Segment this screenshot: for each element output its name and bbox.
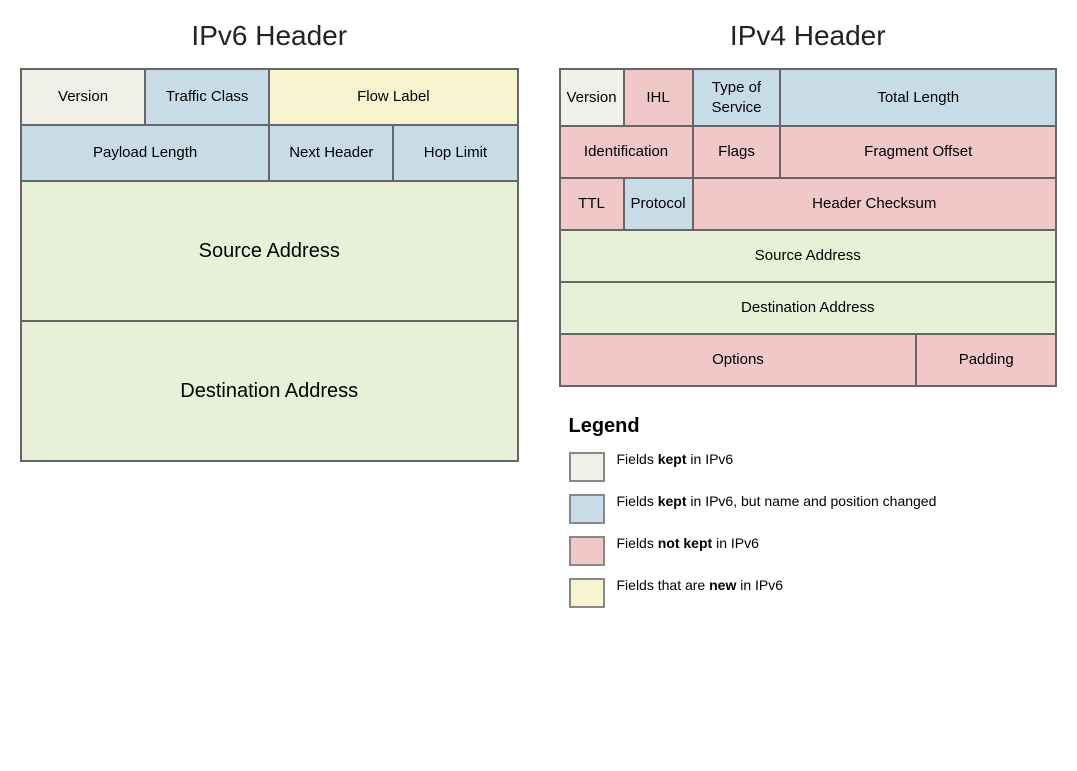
ipv4-cell: Options xyxy=(560,334,917,386)
ipv6-cell: Destination Address xyxy=(21,321,518,461)
ipv4-cell: TTL xyxy=(560,178,624,230)
ipv4-cell: Source Address xyxy=(560,230,1057,282)
ipv6-cell: Version xyxy=(21,69,145,125)
legend-item: Fields kept in IPv6, but name and positi… xyxy=(569,492,1058,524)
legend-color-box xyxy=(569,494,605,524)
legend-item: Fields not kept in IPv6 xyxy=(569,534,1058,566)
ipv4-cell: Header Checksum xyxy=(693,178,1056,230)
ipv6-cell: Next Header xyxy=(269,125,393,181)
legend-label: Fields kept in IPv6 xyxy=(617,450,734,470)
legend-title: Legend xyxy=(569,415,1058,438)
legend-label: Fields not kept in IPv6 xyxy=(617,534,759,554)
ipv6-section: IPv6 Header VersionTraffic ClassFlow Lab… xyxy=(20,20,519,462)
ipv4-cell: Flags xyxy=(693,126,781,178)
ipv4-cell: Identification xyxy=(560,126,693,178)
legend: Legend Fields kept in IPv6 Fields kept in… xyxy=(559,415,1058,608)
ipv4-cell: IHL xyxy=(624,69,693,126)
legend-color-box xyxy=(569,536,605,566)
legend-label: Fields kept in IPv6, but name and positi… xyxy=(617,492,937,512)
legend-color-box xyxy=(569,452,605,482)
ipv4-cell: Destination Address xyxy=(560,282,1057,334)
legend-label: Fields that are new in IPv6 xyxy=(617,576,784,596)
ipv4-cell: Total Length xyxy=(780,69,1056,126)
ipv4-cell: Fragment Offset xyxy=(780,126,1056,178)
ipv4-section: IPv4 Header VersionIHLType of ServiceTot… xyxy=(559,20,1058,618)
legend-color-box xyxy=(569,578,605,608)
ipv6-title: IPv6 Header xyxy=(20,20,519,52)
ipv4-title: IPv4 Header xyxy=(559,20,1058,52)
ipv4-cell: Padding xyxy=(916,334,1056,386)
ipv4-cell: Version xyxy=(560,69,624,126)
ipv4-cell: Protocol xyxy=(624,178,693,230)
ipv4-table: VersionIHLType of ServiceTotal Length Ide… xyxy=(559,68,1058,387)
ipv4-cell: Type of Service xyxy=(693,69,781,126)
ipv6-table: VersionTraffic ClassFlow LabelPayload Le… xyxy=(20,68,519,462)
ipv6-cell: Hop Limit xyxy=(393,125,517,181)
main-container: IPv6 Header VersionTraffic ClassFlow Lab… xyxy=(20,20,1057,618)
legend-item: Fields kept in IPv6 xyxy=(569,450,1058,482)
ipv6-cell: Payload Length xyxy=(21,125,269,181)
ipv6-cell: Source Address xyxy=(21,181,518,321)
ipv6-cell: Traffic Class xyxy=(145,69,269,125)
ipv6-cell: Flow Label xyxy=(269,69,517,125)
legend-item: Fields that are new in IPv6 xyxy=(569,576,1058,608)
